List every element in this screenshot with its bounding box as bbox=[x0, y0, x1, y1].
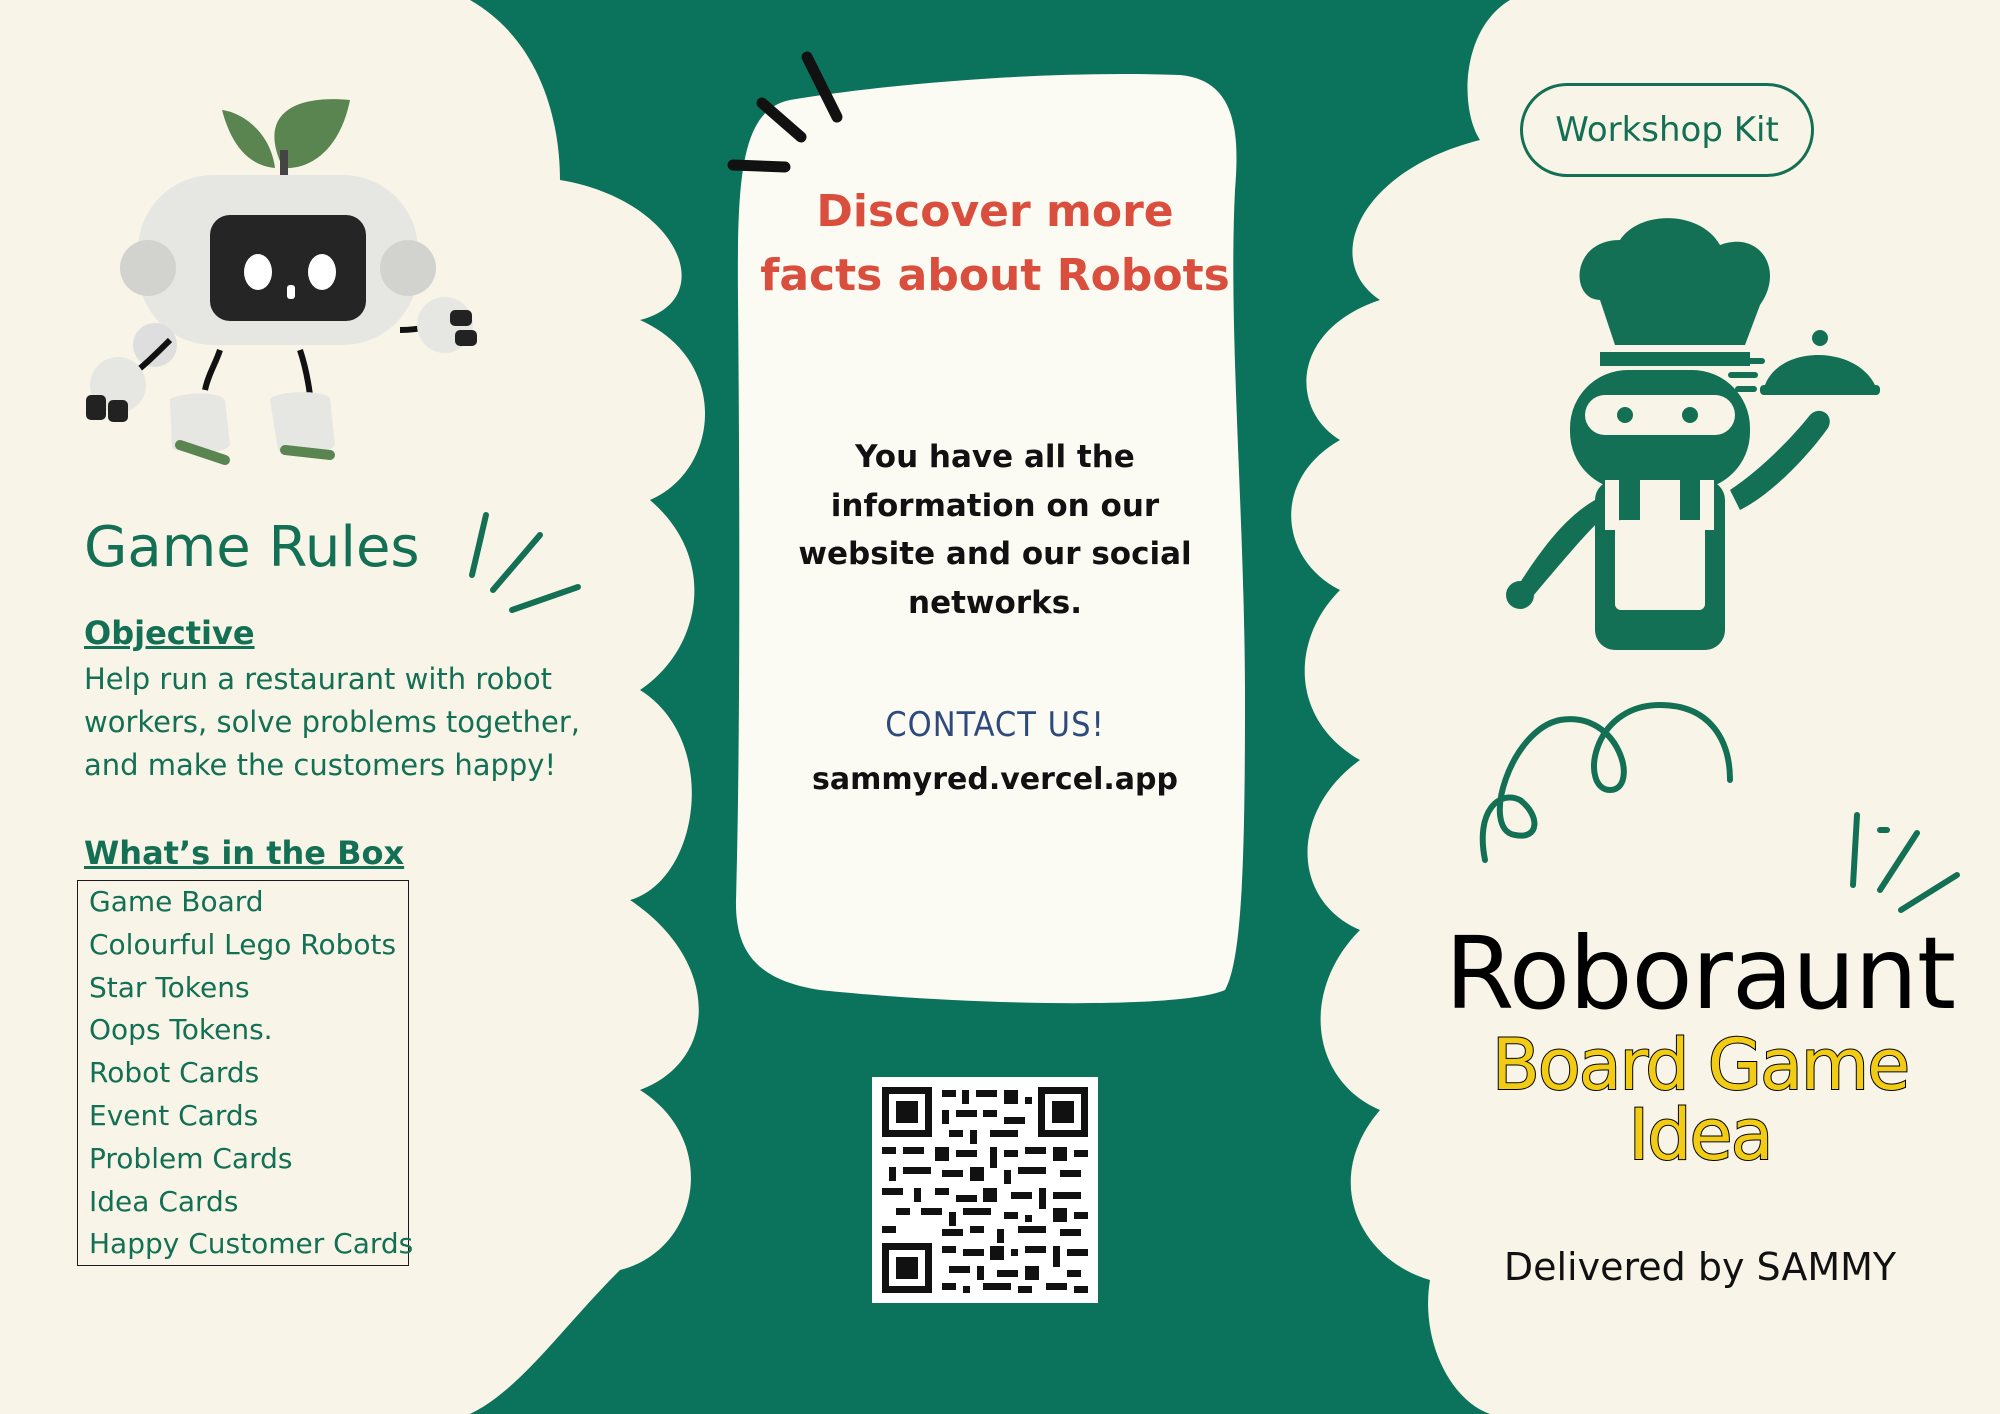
game-title: Roboraunt bbox=[1444, 915, 1956, 1032]
subtitle-line-2: Idea bbox=[1627, 1094, 1774, 1176]
objective-text: Help run a restaurant with robot workers… bbox=[84, 662, 581, 782]
list-item: Game Board bbox=[89, 885, 264, 918]
qr-code-icon bbox=[872, 1077, 1098, 1303]
game-subtitle: Board Game Idea bbox=[1410, 1024, 1990, 1176]
list-item: Colourful Lego Robots bbox=[89, 927, 397, 961]
list-item: Oops Tokens. bbox=[89, 1013, 273, 1047]
info-text: You have all the information on our webs… bbox=[798, 439, 1192, 621]
credit-text: Delivered by SAMMY bbox=[1503, 1245, 1897, 1289]
contact-label: CONTACT US! bbox=[885, 705, 1105, 745]
workshop-kit-badge: Workshop Kit bbox=[1520, 83, 1814, 177]
list-item: Event Cards bbox=[89, 1098, 259, 1132]
objective-heading: Objective bbox=[84, 614, 255, 652]
list-item: Idea Cards bbox=[89, 1184, 239, 1218]
website-link[interactable]: sammyred.vercel.app bbox=[760, 762, 1230, 797]
list-item: Robot Cards bbox=[89, 1056, 260, 1090]
game-rules-title: Game Rules bbox=[84, 515, 420, 580]
list-item: Star Tokens bbox=[89, 970, 250, 1004]
discover-headline: Discover more facts about Robots bbox=[760, 186, 1230, 301]
box-contents-list: Game Board Colourful Lego Robots Star To… bbox=[77, 880, 414, 1266]
list-item: Problem Cards bbox=[89, 1141, 293, 1175]
box-contents-heading: What’s in the Box bbox=[84, 834, 405, 872]
list-item: Happy Customer Cards bbox=[89, 1227, 414, 1261]
subtitle-line-1: Board Game bbox=[1491, 1024, 1911, 1106]
